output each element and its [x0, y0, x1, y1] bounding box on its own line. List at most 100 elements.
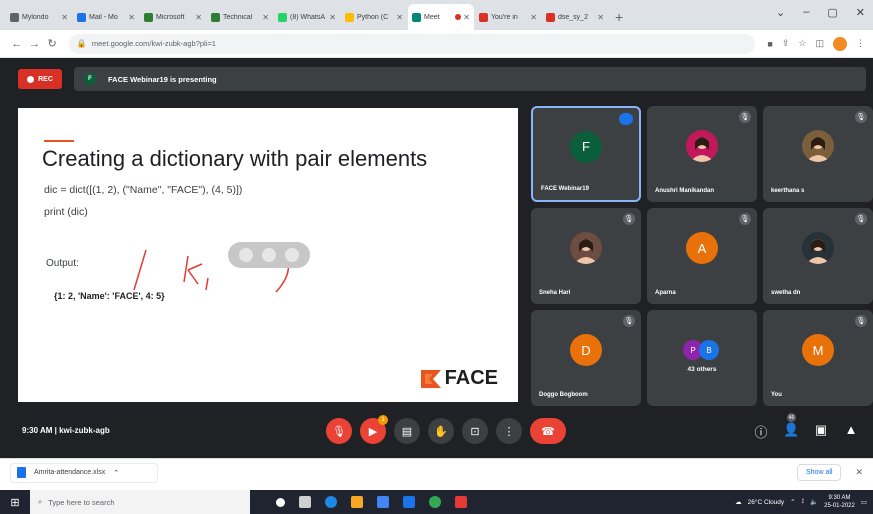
- browser-tab[interactable]: Python (C ✕: [341, 4, 407, 30]
- sidepanel-icon[interactable]: ◫: [815, 38, 824, 49]
- download-item[interactable]: Amrita-attendance.xlsx ⌃: [10, 462, 158, 483]
- new-tab-button[interactable]: +: [609, 9, 629, 30]
- file-explorer-icon[interactable]: [351, 496, 363, 508]
- participant-avatar: F: [570, 130, 602, 163]
- profile-avatar[interactable]: [832, 36, 847, 51]
- browser-tab[interactable]: dse_sy_2 ✕: [542, 4, 608, 30]
- close-tab-icon[interactable]: ✕: [61, 13, 68, 22]
- tray-chevron-icon[interactable]: ⌃: [790, 498, 795, 506]
- teams-icon: [211, 12, 220, 22]
- close-tab-icon[interactable]: ✕: [329, 13, 336, 22]
- clock[interactable]: 9:30 AM 25-01-2022: [824, 494, 855, 510]
- participant-tile[interactable]: F FACE Webinar19: [531, 106, 641, 202]
- lock-icon: 🔒: [76, 39, 87, 48]
- browser-tab[interactable]: Microsoft ✕: [140, 4, 206, 30]
- participant-avatar: M: [802, 334, 834, 367]
- close-tab-icon[interactable]: ✕: [530, 13, 537, 22]
- reload-icon[interactable]: ↻: [43, 37, 61, 50]
- tab-label: Microsoft: [156, 13, 185, 21]
- notifications-icon[interactable]: ▭: [861, 498, 867, 506]
- clock-date: 25-01-2022: [824, 503, 855, 509]
- browser-tab[interactable]: Technical ✕: [207, 4, 273, 30]
- people-icon[interactable]: 👤 46: [783, 413, 799, 441]
- slide-title: Creating a dictionary with pair elements: [42, 146, 428, 171]
- forward-icon[interactable]: →: [26, 38, 44, 50]
- clear-tool-icon[interactable]: [285, 248, 300, 262]
- browser-tab[interactable]: Mail - Mo ✕: [73, 4, 139, 30]
- weather-text[interactable]: 26°C Cloudy: [748, 499, 785, 506]
- participant-tile[interactable]: A 🎙 Aparna: [647, 208, 757, 304]
- volume-icon[interactable]: 🔈: [810, 498, 818, 506]
- activities-icon[interactable]: ▲: [843, 422, 859, 441]
- raise-hand-button[interactable]: ✋: [428, 418, 454, 444]
- browser-tab[interactable]: (8) WhatsA ✕: [274, 4, 340, 30]
- annotation-toolbar[interactable]: [228, 242, 310, 268]
- mic-muted-icon: 🎙: [855, 315, 867, 327]
- taskbar-apps: [276, 496, 467, 508]
- participant-tile[interactable]: 🎙 swetha dn: [763, 208, 873, 304]
- side-controls: ⓘ 👤 46 ▣ ▲: [753, 413, 859, 441]
- close-tab-icon[interactable]: ✕: [463, 13, 470, 22]
- tab-label: You're in: [491, 13, 518, 21]
- show-all-button[interactable]: Show all: [796, 464, 842, 481]
- participant-tile[interactable]: 🎙 Sneha Hari: [531, 208, 641, 304]
- menu-icon[interactable]: ⋮: [856, 38, 865, 49]
- pen-tool-icon[interactable]: [238, 248, 253, 262]
- chrome-icon[interactable]: [429, 496, 441, 508]
- maximize-icon[interactable]: ▢: [827, 6, 837, 19]
- participant-photo: [686, 130, 718, 163]
- url-input[interactable]: 🔒 meet.google.com/kwi-zubk-agb?pli=1: [68, 33, 756, 54]
- close-tab-icon[interactable]: ✕: [128, 13, 135, 22]
- mic-off-button[interactable]: 🎙: [326, 418, 352, 444]
- camera-permission-icon[interactable]: ■: [767, 39, 772, 49]
- participant-tile[interactable]: D 🎙 Doggo Bogboom: [531, 310, 641, 406]
- cortana-icon[interactable]: [276, 497, 285, 507]
- recording-dot-icon: [455, 14, 462, 20]
- download-file-name: Amrita-attendance.xlsx: [34, 469, 106, 476]
- browser-tab[interactable]: Mylondo ✕: [6, 4, 72, 30]
- url-text: meet.google.com/kwi-zubk-agb?pli=1: [91, 39, 216, 48]
- info-icon[interactable]: ⓘ: [753, 422, 769, 441]
- participant-tile[interactable]: M 🎙 You: [763, 310, 873, 406]
- chat-icon[interactable]: ▣: [813, 422, 829, 441]
- chevron-up-icon[interactable]: ⌃: [113, 469, 119, 477]
- captions-button[interactable]: ▤: [394, 418, 420, 444]
- network-icon[interactable]: ⟟: [802, 498, 804, 506]
- close-tab-icon[interactable]: ✕: [396, 13, 403, 22]
- close-icon[interactable]: ✕: [855, 467, 863, 478]
- participant-tile[interactable]: P B 43 others: [647, 310, 757, 406]
- browser-tab[interactable]: You're in ✕: [475, 4, 541, 30]
- close-window-icon[interactable]: ✕: [856, 6, 865, 19]
- close-tab-icon[interactable]: ✕: [597, 13, 604, 22]
- task-view-icon[interactable]: [299, 496, 311, 508]
- mail-app-icon[interactable]: [403, 496, 415, 508]
- participant-tile[interactable]: 🎙 keerthana s: [763, 106, 873, 202]
- store-icon[interactable]: [377, 496, 389, 508]
- whatsapp-icon: [278, 12, 287, 22]
- browser-tab[interactable]: Meet ✕: [408, 4, 474, 30]
- close-tab-icon[interactable]: ✕: [262, 13, 269, 22]
- eraser-tool-icon[interactable]: [261, 248, 276, 262]
- drive-icon: [345, 12, 354, 22]
- taskbar-search-input[interactable]: ⌕ Type here to search: [30, 490, 250, 514]
- back-icon[interactable]: ←: [8, 38, 26, 50]
- face-logo: FACE: [420, 367, 498, 390]
- more-options-button[interactable]: ⋮: [496, 418, 522, 444]
- participant-name: Sneha Hari: [539, 290, 571, 296]
- tab-search-icon[interactable]: ⌄: [776, 6, 785, 19]
- people-count: 46: [787, 413, 796, 422]
- share-icon[interactable]: ⇪: [782, 38, 790, 49]
- bookmark-star-icon[interactable]: ☆: [798, 38, 806, 49]
- edge-icon[interactable]: [325, 496, 337, 508]
- camera-off-button[interactable]: ▶ 1: [360, 415, 388, 444]
- address-tools: ■ ⇪ ☆ ◫ ⋮: [767, 36, 865, 51]
- participant-tile[interactable]: 🎙 Anushri Manikandan: [647, 106, 757, 202]
- app-icon[interactable]: [455, 496, 467, 508]
- present-button[interactable]: ⊡: [462, 418, 488, 444]
- close-tab-icon[interactable]: ✕: [195, 13, 202, 22]
- minimize-icon[interactable]: –: [803, 6, 809, 19]
- participant-name: keerthana s: [771, 188, 805, 194]
- windows-start-icon[interactable]: ⊞: [0, 490, 30, 514]
- leave-call-button[interactable]: ☎: [530, 418, 566, 444]
- address-bar-row: ← → ↻ 🔒 meet.google.com/kwi-zubk-agb?pli…: [0, 30, 873, 58]
